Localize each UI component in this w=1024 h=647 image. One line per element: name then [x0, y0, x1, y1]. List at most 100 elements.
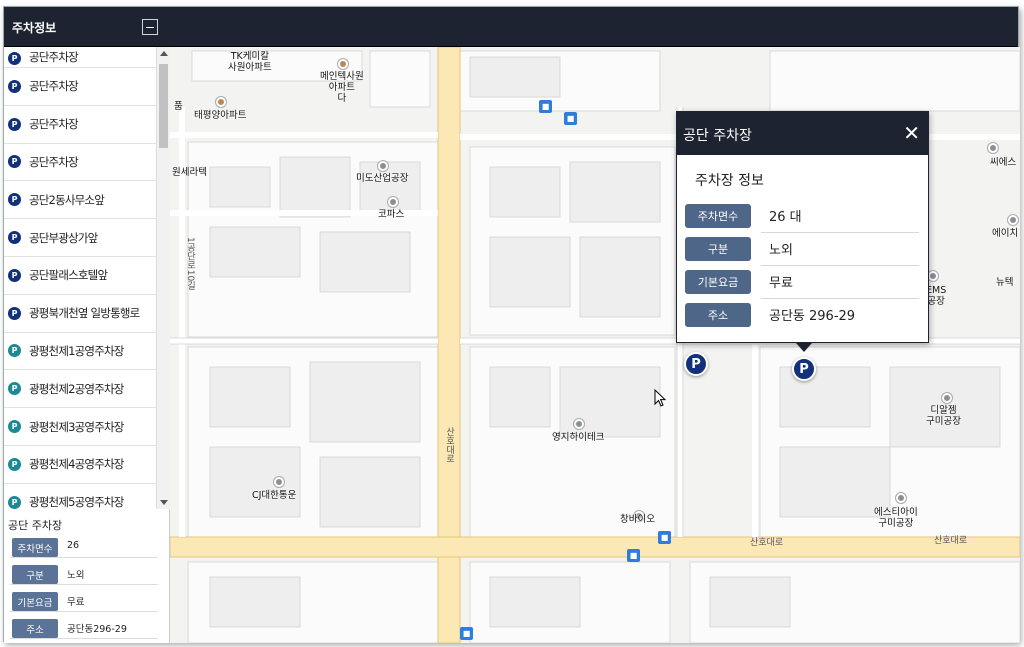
- list-item-label: 공단주차장: [29, 79, 79, 94]
- collapse-panel-button[interactable]: [142, 19, 158, 35]
- close-icon[interactable]: ✕: [903, 123, 920, 143]
- list-item-label: 공단부광상가앞: [29, 230, 98, 245]
- poi-label: 품: [174, 101, 183, 112]
- poi-label: 코파스: [378, 209, 405, 220]
- parking-marker-icon[interactable]: P: [684, 352, 708, 376]
- title-bar: 주차정보: [4, 7, 1018, 47]
- list-item-label: 광평천제5공영주차장: [29, 495, 124, 509]
- list-item-label: 공단2동사무소앞: [29, 192, 105, 207]
- parking-detail-panel: 공단 주차장 주차면수 26 구분 노외 기본요금 무료 주소 공단동296-2…: [4, 513, 170, 643]
- detail-value: 공단동296-29: [67, 624, 127, 635]
- mouse-cursor-icon: [654, 389, 667, 407]
- scroll-down-icon[interactable]: [160, 500, 168, 505]
- detail-row: 주소 공단동296-29: [10, 617, 158, 639]
- parking-icon: P: [8, 117, 21, 131]
- list-item-label: 공단주차장: [29, 50, 79, 64]
- list-item[interactable]: P 광평천제3공영주차장: [4, 408, 156, 446]
- popup-label: 구분: [685, 237, 751, 261]
- factory-icon: [388, 197, 398, 207]
- factory-icon: [378, 161, 388, 171]
- popup-value: 26 대: [769, 210, 802, 225]
- poi-label: 원세라텍: [172, 167, 207, 178]
- poi-label: 뉴텍: [996, 277, 1014, 288]
- detail-label: 주소: [12, 619, 58, 638]
- parking-marker-icon[interactable]: P: [792, 357, 816, 381]
- parking-icon: P: [8, 193, 21, 207]
- list-item[interactable]: P 광평천제2공영주차장: [4, 370, 156, 409]
- poi-label: 태평양아파트: [194, 110, 247, 121]
- parking-sidebar: P 공단주차장 P 공단주차장 P 공단주차장 P 공단주차장 P 공단2동사무…: [4, 47, 170, 643]
- factory-icon: [274, 477, 284, 487]
- parking-icon: P: [8, 52, 21, 65]
- road-label: 산호대로: [444, 427, 454, 463]
- poi-label: 메인텍사원 아파트 다: [320, 71, 364, 104]
- list-item-label: 공단주차장: [29, 117, 79, 132]
- popup-title: 공단 주차장: [683, 128, 752, 144]
- poi-label: TK케미칼 사원아파트: [228, 51, 272, 73]
- bus-stop-icon[interactable]: ■: [658, 531, 671, 544]
- list-item[interactable]: P 공단주차장: [4, 106, 156, 144]
- popup-subtitle: 주차장 정보: [695, 173, 764, 189]
- list-item[interactable]: P 공단주차장: [4, 68, 156, 106]
- list-item[interactable]: P 광평천제4공영주차장: [4, 446, 156, 484]
- list-item[interactable]: P 광평천제1공영주차장: [4, 333, 156, 371]
- bus-stop-icon[interactable]: ■: [460, 627, 473, 640]
- parking-icon: P: [8, 231, 21, 245]
- poi-label: 미도산업공장: [356, 173, 409, 184]
- detail-label: 주차면수: [12, 538, 58, 557]
- poi-label: 디알젬 구미공장: [926, 405, 961, 427]
- scroll-thumb[interactable]: [159, 64, 168, 148]
- popup-row: 기본요금 무료: [685, 266, 919, 299]
- window-title: 주차정보: [12, 21, 57, 35]
- list-item[interactable]: P 공단주차장: [4, 144, 156, 182]
- parking-icon: P: [8, 457, 21, 471]
- factory-icon: [1008, 215, 1018, 225]
- popup-row: 주소 공단동 296-29: [685, 299, 919, 332]
- popup-value: 무료: [769, 276, 793, 291]
- poi-label: 에스티아이 구미공장: [874, 507, 918, 529]
- bus-stop-icon[interactable]: ■: [539, 100, 552, 113]
- list-item-label: 공단팔래스호텔앞: [29, 268, 108, 283]
- road-label: 산호대로: [934, 536, 968, 546]
- poi-label: EMS 공장: [926, 285, 947, 307]
- list-item-label: 광평천제2공영주차장: [29, 381, 124, 396]
- parking-info-window: 주차정보 P 공단주차장 P 공단주차장 P 공단주차장 P 공단주차장 P 공: [3, 6, 1020, 643]
- parking-icon: P: [8, 306, 21, 320]
- popup-label: 주소: [685, 303, 751, 327]
- factory-icon: [928, 271, 938, 281]
- popup-label: 기본요금: [685, 270, 751, 294]
- poi-label: 씨에스: [990, 157, 1017, 168]
- list-item-label: 공단주차장: [29, 154, 79, 169]
- scroll-up-icon[interactable]: [160, 51, 168, 56]
- popup-row: 주차면수 26 대: [685, 200, 919, 233]
- popup-value: 공단동 296-29: [769, 309, 856, 324]
- parking-icon: P: [8, 420, 21, 434]
- parking-icon: P: [8, 495, 21, 509]
- factory-icon: [896, 493, 906, 503]
- detail-label: 기본요금: [12, 592, 58, 611]
- poi-label: CJ대한통운: [252, 490, 297, 501]
- detail-row: 기본요금 무료: [10, 590, 158, 612]
- popup-value: 노외: [769, 243, 793, 258]
- detail-row: 주차면수 26: [10, 536, 158, 558]
- building-icon: [216, 97, 226, 107]
- list-item[interactable]: P 광평북개천옆 일방통행로: [4, 295, 156, 333]
- list-scrollbar[interactable]: [156, 47, 170, 509]
- list-item-label: 광평북개천옆 일방통행로: [29, 306, 140, 321]
- list-item[interactable]: P 공단팔래스호텔앞: [4, 257, 156, 295]
- list-item[interactable]: P 공단부광상가앞: [4, 219, 156, 257]
- list-item[interactable]: P 광평천제5공영주차장: [4, 484, 156, 509]
- bus-stop-icon[interactable]: ■: [627, 549, 640, 562]
- detail-title: 공단 주차장: [8, 519, 63, 532]
- bus-stop-icon[interactable]: ■: [564, 112, 577, 125]
- detail-label: 구분: [12, 565, 58, 584]
- poi-label: 영지하이테크: [552, 432, 605, 443]
- list-item[interactable]: P 공단주차장: [4, 47, 156, 68]
- list-item[interactable]: P 공단2동사무소앞: [4, 181, 156, 220]
- poi-label: 창바이오: [620, 514, 655, 525]
- parking-icon: P: [8, 344, 21, 358]
- popup-label: 주차면수: [685, 204, 751, 228]
- road-label: 1공단로10길: [185, 237, 195, 291]
- detail-value: 노외: [67, 570, 85, 581]
- list-item-label: 광평천제4공영주차장: [29, 457, 124, 472]
